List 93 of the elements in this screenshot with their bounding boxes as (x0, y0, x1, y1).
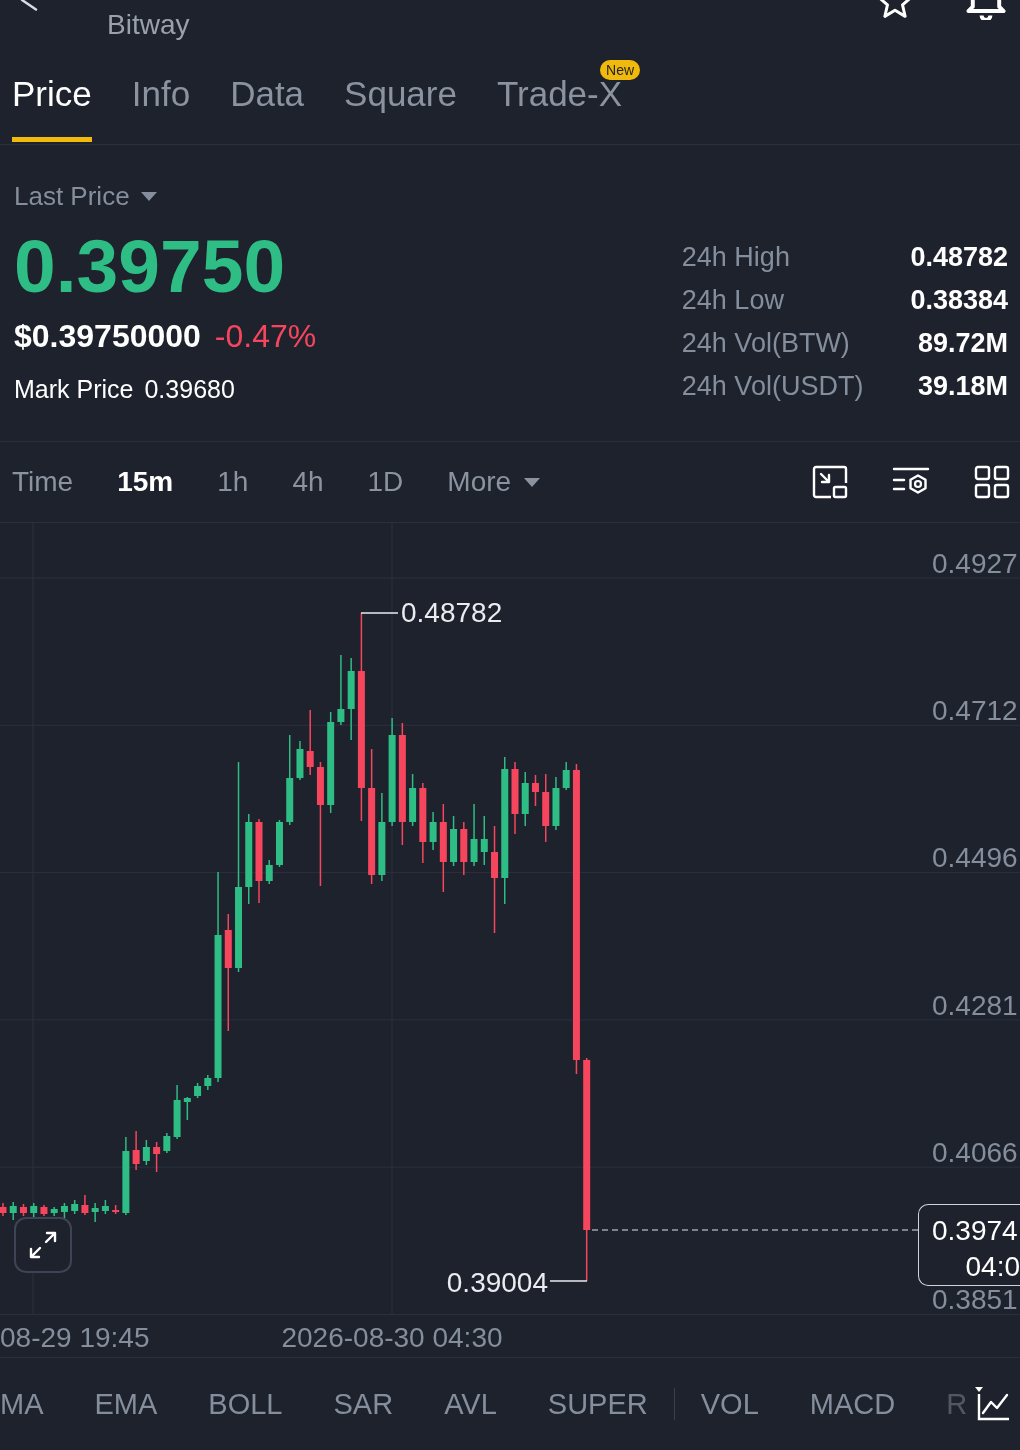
tab[interactable]: Data (230, 50, 305, 142)
leader-line (360, 612, 399, 614)
tab[interactable]: Trade-X New (496, 50, 641, 142)
grid-icon[interactable] (974, 465, 1010, 499)
mark-price-label: Mark Price (14, 374, 134, 404)
bell-icon[interactable] (964, 0, 1008, 20)
interval-tab[interactable]: 1h (217, 465, 249, 499)
candle (40, 1204, 48, 1217)
tab[interactable]: Info (131, 50, 191, 142)
indicator-tab[interactable]: BOLL (208, 1387, 283, 1421)
stat-value: 0.48782 (910, 241, 1008, 274)
candle (142, 1139, 150, 1166)
indicator-tab[interactable]: MA (0, 1387, 44, 1421)
expand-icon (28, 1230, 58, 1260)
star-icon[interactable] (877, 0, 913, 18)
candle (9, 1201, 17, 1221)
candle (153, 1141, 161, 1173)
candle (521, 771, 529, 827)
candle (337, 654, 345, 726)
candle (173, 1084, 181, 1140)
stat-value: 89.72M (917, 327, 1008, 360)
price-axis-label: 0.4281 (932, 991, 1018, 1020)
indicator-tab[interactable]: SAR (333, 1387, 394, 1421)
indicator-tab[interactable]: MACD (809, 1387, 896, 1421)
candle (101, 1199, 109, 1215)
stat-label: 24h High (681, 241, 791, 274)
last-price: 0.39750 (14, 228, 286, 304)
time-axis-label: 08-29 19:45 (0, 1323, 150, 1353)
candle (0, 1202, 7, 1217)
price-type-dropdown[interactable]: Last Price (14, 181, 158, 211)
candle (562, 761, 570, 791)
candle (470, 803, 478, 867)
countdown-timer: 04:0 (965, 1253, 1020, 1281)
candle (450, 815, 458, 867)
high-price-label: 0.48782 (401, 598, 503, 628)
candle (183, 1096, 191, 1121)
fullscreen-button[interactable] (14, 1217, 72, 1273)
indicator-tab[interactable]: SUPER (547, 1387, 648, 1421)
time-axis-label: 2026-08-30 04:30 (281, 1323, 503, 1353)
stat-value: 39.18M (917, 370, 1008, 403)
chevron-icon[interactable] (20, 0, 38, 11)
leader-line (549, 1280, 588, 1282)
price-change: -0.47% (214, 318, 317, 354)
interval-tab[interactable]: More (447, 465, 542, 499)
indicator-tab[interactable]: AVL (444, 1387, 497, 1421)
price-axis-label: 0.4927 (932, 550, 1018, 578)
candle (132, 1130, 140, 1171)
candle (296, 740, 304, 781)
last-price-value: 0.3974 (932, 1217, 1018, 1245)
stat-label: 24h Vol(USDT) (681, 370, 864, 403)
candle (542, 773, 550, 843)
candle (429, 811, 437, 851)
caret-icon (139, 190, 158, 202)
candle (194, 1082, 202, 1099)
candle (71, 1199, 79, 1215)
picture-in-picture-icon[interactable] (812, 465, 848, 499)
interval-tab[interactable]: 15m (117, 465, 174, 499)
candle (91, 1202, 99, 1223)
candle (163, 1132, 171, 1154)
low-price-label: 0.39004 (446, 1268, 548, 1298)
price-axis-label: 0.3851 (932, 1286, 1018, 1314)
indicator-tab[interactable]: VOL (700, 1387, 759, 1421)
candle (480, 815, 488, 866)
candle (460, 821, 468, 876)
candle (532, 774, 539, 807)
tab[interactable]: Price (12, 50, 92, 142)
stat-value: 0.38384 (910, 284, 1008, 317)
interval-tab[interactable]: Time (12, 465, 74, 499)
candle (50, 1206, 58, 1217)
pair-subtitle: Bitway (107, 8, 190, 42)
line-chart-icon[interactable] (974, 1386, 1010, 1422)
candle (265, 859, 273, 885)
candle (409, 773, 417, 827)
mark-price-value: 0.39680 (144, 374, 235, 404)
candle (112, 1204, 120, 1215)
price-axis-label: 0.4066 (932, 1138, 1018, 1167)
interval-tab[interactable]: 4h (292, 465, 324, 499)
candle (306, 709, 314, 776)
caret-icon (523, 476, 542, 488)
price-axis-label: 0.4496 (932, 844, 1018, 873)
interval-tab[interactable]: 1D (367, 465, 404, 499)
usd-price: $0.39750000 (14, 318, 201, 354)
candle (552, 776, 560, 831)
tab[interactable]: Square (344, 50, 457, 142)
indicator-tab[interactable]: EMA (94, 1387, 158, 1421)
candle (276, 819, 283, 868)
stat-label: 24h Low (681, 284, 785, 317)
candle (204, 1074, 212, 1091)
candle (20, 1203, 27, 1217)
new-badge: New (600, 60, 641, 80)
stat-label: 24h Vol(BTW) (681, 327, 851, 360)
price-axis-label: 0.4712 (932, 697, 1018, 726)
candle (81, 1194, 89, 1216)
